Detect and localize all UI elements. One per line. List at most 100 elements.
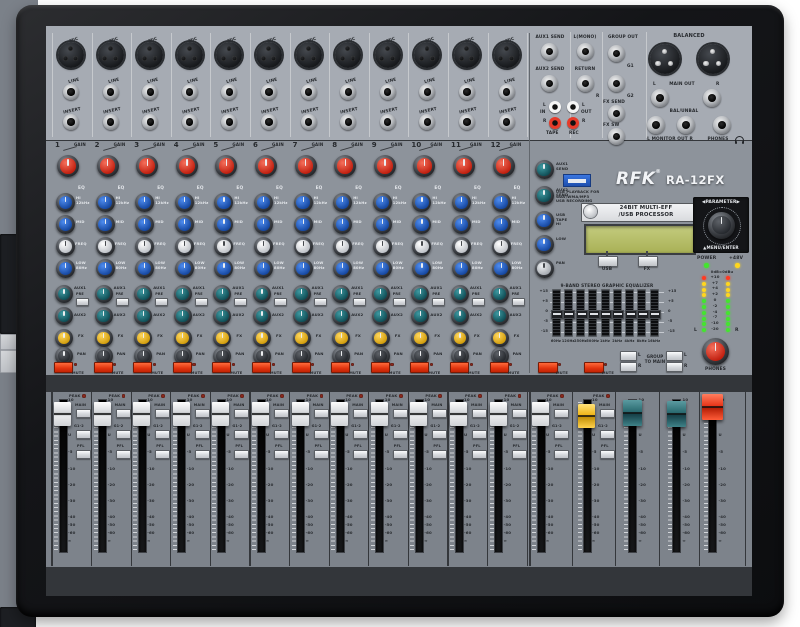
geq-slider-cap[interactable]: [600, 310, 612, 319]
pre-button[interactable]: [116, 298, 129, 306]
mute-button[interactable]: [410, 362, 429, 373]
master-knob-2[interactable]: [535, 211, 554, 230]
mute-button[interactable]: [133, 362, 152, 373]
phones-level-knob[interactable]: [702, 338, 729, 365]
fader-cap[interactable]: [623, 400, 642, 426]
geq-slider-cap[interactable]: [625, 310, 637, 319]
pfl-button[interactable]: [234, 450, 249, 459]
fader-cap[interactable]: [532, 402, 549, 426]
master-knob-1[interactable]: [535, 186, 554, 205]
aux2-knob[interactable]: [451, 307, 469, 325]
geq-slider-cap[interactable]: [588, 310, 600, 319]
aux2-knob[interactable]: [174, 307, 192, 325]
pfl-button[interactable]: [353, 450, 368, 459]
pfl-button[interactable]: [512, 450, 527, 459]
fx-knob[interactable]: [372, 329, 390, 347]
mute-button[interactable]: [292, 362, 311, 373]
geq-slider-cap[interactable]: [563, 310, 575, 319]
main-assign-button[interactable]: [393, 409, 408, 418]
eq-hi-knob[interactable]: [452, 193, 471, 212]
fader-cap[interactable]: [292, 402, 309, 426]
pre-button[interactable]: [512, 298, 525, 306]
group1-to-main-r-button[interactable]: [620, 362, 637, 372]
pre-button[interactable]: [234, 298, 247, 306]
mute-button[interactable]: [212, 362, 231, 373]
fx-knob[interactable]: [293, 329, 311, 347]
eq-low-knob[interactable]: [492, 259, 511, 278]
geq-slider-cap[interactable]: [649, 310, 661, 319]
eq-low-knob[interactable]: [175, 259, 194, 278]
group-assign-button[interactable]: [195, 430, 210, 439]
pfl-button[interactable]: [195, 450, 210, 459]
group2-to-main-r-button[interactable]: [666, 362, 683, 372]
eq-hi-knob[interactable]: [96, 193, 115, 212]
aux1-knob[interactable]: [55, 285, 73, 303]
main-assign-button[interactable]: [353, 409, 368, 418]
pre-button[interactable]: [274, 298, 287, 306]
pre-button[interactable]: [353, 298, 366, 306]
eq-low-knob[interactable]: [452, 259, 471, 278]
main-assign-button[interactable]: [195, 409, 210, 418]
aux1-knob[interactable]: [372, 285, 390, 303]
eq-hi-knob[interactable]: [254, 193, 273, 212]
pfl-button[interactable]: [432, 450, 447, 459]
eq-freq-knob[interactable]: [452, 237, 471, 256]
pre-button[interactable]: [155, 298, 168, 306]
eq-hi-knob[interactable]: [373, 193, 392, 212]
eq-freq-knob[interactable]: [492, 237, 511, 256]
gain-knob[interactable]: [295, 155, 317, 177]
main-assign-button[interactable]: [600, 409, 615, 418]
eq-low-knob[interactable]: [56, 259, 75, 278]
eq-hi-knob[interactable]: [294, 193, 313, 212]
master-knob-0[interactable]: [535, 160, 554, 179]
main-assign-button[interactable]: [155, 409, 170, 418]
main-assign-button[interactable]: [234, 409, 249, 418]
aux1-knob[interactable]: [293, 285, 311, 303]
geq-slider-cap[interactable]: [612, 310, 624, 319]
group-assign-button[interactable]: [353, 430, 368, 439]
fader-cap[interactable]: [54, 402, 71, 426]
master-mute-button[interactable]: [538, 362, 558, 373]
fx-knob[interactable]: [55, 329, 73, 347]
aux1-knob[interactable]: [451, 285, 469, 303]
mute-button[interactable]: [450, 362, 469, 373]
eq-mid-knob[interactable]: [452, 215, 471, 234]
group-assign-button[interactable]: [274, 430, 289, 439]
eq-mid-knob[interactable]: [492, 215, 511, 234]
main-assign-button[interactable]: [472, 409, 487, 418]
gain-knob[interactable]: [57, 155, 79, 177]
eq-low-knob[interactable]: [96, 259, 115, 278]
fader-cap[interactable]: [173, 402, 190, 426]
gain-knob[interactable]: [176, 155, 198, 177]
geq-slider-cap[interactable]: [637, 310, 649, 319]
group-assign-button[interactable]: [76, 430, 91, 439]
eq-mid-knob[interactable]: [254, 215, 273, 234]
eq-low-knob[interactable]: [373, 259, 392, 278]
geq-slider-cap[interactable]: [576, 310, 588, 319]
group-assign-button[interactable]: [155, 430, 170, 439]
pre-button[interactable]: [314, 298, 327, 306]
gain-knob[interactable]: [453, 155, 475, 177]
pfl-button[interactable]: [155, 450, 170, 459]
usb-mode-button[interactable]: [598, 256, 618, 267]
mute-button[interactable]: [252, 362, 271, 373]
aux1-knob[interactable]: [95, 285, 113, 303]
aux2-knob[interactable]: [293, 307, 311, 325]
fader-cap[interactable]: [702, 394, 723, 420]
fader-cap[interactable]: [331, 402, 348, 426]
main-assign-button[interactable]: [432, 409, 447, 418]
gain-knob[interactable]: [374, 155, 396, 177]
main-assign-button[interactable]: [274, 409, 289, 418]
fx-knob[interactable]: [95, 329, 113, 347]
master-mute-button[interactable]: [584, 362, 604, 373]
parameter-knob[interactable]: [708, 212, 735, 239]
eq-mid-knob[interactable]: [96, 215, 115, 234]
gain-knob[interactable]: [493, 155, 515, 177]
fx-knob[interactable]: [451, 329, 469, 347]
group-assign-button[interactable]: [234, 430, 249, 439]
group-assign-button[interactable]: [554, 430, 569, 439]
main-assign-button[interactable]: [512, 409, 527, 418]
eq-low-knob[interactable]: [254, 259, 273, 278]
pfl-button[interactable]: [600, 450, 615, 459]
gain-knob[interactable]: [97, 155, 119, 177]
